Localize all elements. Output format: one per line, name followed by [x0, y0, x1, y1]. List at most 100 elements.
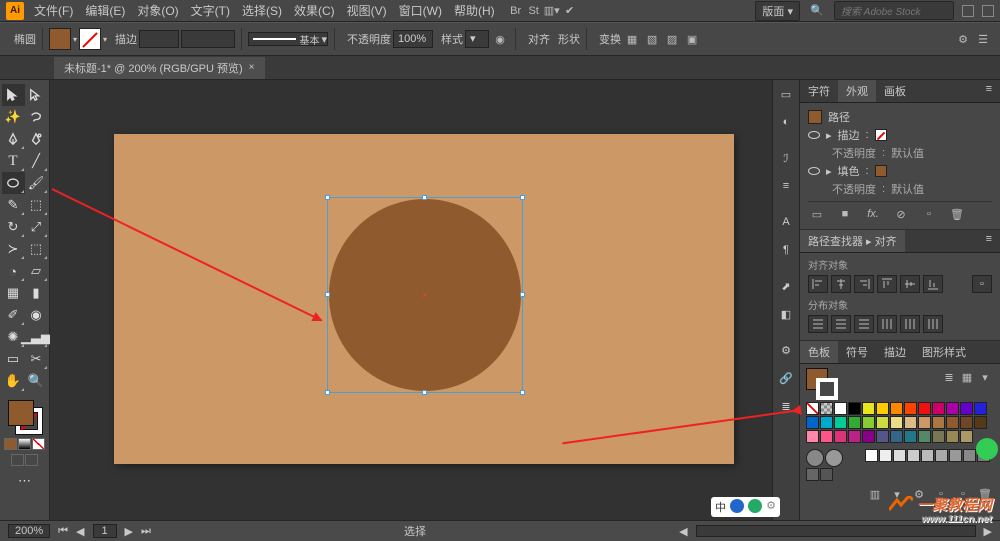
swatch[interactable] — [918, 402, 931, 415]
swatch[interactable] — [890, 416, 903, 429]
align-vcenter-button[interactable] — [900, 275, 920, 293]
swatch[interactable] — [820, 416, 833, 429]
stock-icon[interactable]: St — [525, 2, 543, 20]
zoom-tool[interactable]: 🔍 — [25, 370, 48, 392]
stroke-panel-icon[interactable]: ≡ — [776, 176, 796, 196]
para-panel-icon[interactable]: ¶ — [776, 240, 796, 260]
style-dropdown[interactable]: ▾ — [465, 30, 489, 48]
swatch[interactable] — [806, 468, 819, 481]
align-right-button[interactable] — [854, 275, 874, 293]
swatch[interactable] — [960, 416, 973, 429]
transform-link[interactable]: 变换 — [599, 31, 621, 47]
menu-help[interactable]: 帮助(H) — [454, 2, 495, 19]
width-tool[interactable]: ≻ — [2, 238, 25, 260]
color-panel-icon[interactable]: ▭ — [776, 84, 796, 104]
magic-wand-tool[interactable]: ✨ — [2, 106, 25, 128]
panel-menu-icon[interactable]: ≡ — [978, 80, 1000, 102]
panel-menu-icon[interactable]: ☰ — [974, 30, 992, 48]
tab-brushes[interactable]: 描边 — [876, 341, 914, 363]
pen-tool[interactable] — [2, 128, 25, 150]
window-min-icon[interactable] — [962, 5, 974, 17]
stroke-style-preview[interactable]: 基本▾ — [248, 32, 328, 46]
color-mode-switch[interactable] — [4, 438, 45, 450]
brushes-panel-icon[interactable]: ℐ — [776, 148, 796, 168]
dist-bottom-button[interactable] — [854, 315, 874, 333]
swatch[interactable] — [890, 402, 903, 415]
align-left-button[interactable] — [808, 275, 828, 293]
align-artboard-icon[interactable]: ▣ — [683, 30, 701, 48]
swatch[interactable] — [918, 430, 931, 443]
visibility-icon[interactable] — [808, 131, 820, 139]
search-icon[interactable]: 🔍 — [808, 2, 826, 20]
swatch-filter-icon[interactable]: ▦ — [958, 368, 976, 386]
swatch-list-icon[interactable]: ≣ — [940, 368, 958, 386]
menu-object[interactable]: 对象(O) — [137, 2, 178, 19]
swatch[interactable] — [921, 449, 934, 462]
perspective-tool[interactable]: ▱ — [25, 260, 48, 282]
mesh-tool[interactable]: ▦ — [2, 282, 25, 304]
add-fill-icon[interactable]: ■ — [836, 205, 854, 223]
swatch[interactable] — [820, 430, 833, 443]
recolor-icon[interactable]: ◉ — [491, 30, 509, 48]
shaper-tool[interactable]: ✎ — [2, 194, 25, 216]
swatch[interactable] — [876, 430, 889, 443]
swatch[interactable] — [935, 449, 948, 462]
line-tool[interactable]: ╱ — [25, 150, 48, 172]
visibility-icon[interactable] — [808, 167, 820, 175]
nav-last-icon[interactable]: ⏭ — [141, 525, 151, 538]
gradient-tool[interactable]: ▮ — [25, 282, 48, 304]
swatch[interactable] — [960, 430, 973, 443]
swatch[interactable] — [904, 430, 917, 443]
tab-swatches[interactable]: 色板 — [800, 341, 838, 363]
trash-icon[interactable]: 🗑 — [948, 205, 966, 223]
menu-view[interactable]: 视图(V) — [347, 2, 387, 19]
menu-file[interactable]: 文件(F) — [34, 2, 73, 19]
shape-link[interactable]: 形状 — [558, 31, 580, 47]
window-max-icon[interactable] — [982, 5, 994, 17]
tab-symbols[interactable]: 符号 — [838, 341, 876, 363]
dist-left-button[interactable] — [877, 315, 897, 333]
swatch[interactable] — [890, 430, 903, 443]
eyedropper-tool[interactable]: ✐ — [2, 304, 25, 326]
menu-effect[interactable]: 效果(C) — [294, 2, 335, 19]
swatch[interactable] — [904, 402, 917, 415]
swatch[interactable] — [834, 430, 847, 443]
add-stroke-icon[interactable]: ▭ — [808, 205, 826, 223]
swatch[interactable] — [904, 416, 917, 429]
opacity-input[interactable] — [393, 30, 433, 48]
ime-toolbar[interactable]: 中 ⚙ — [711, 497, 780, 517]
align-top-button[interactable] — [877, 275, 897, 293]
swatch[interactable] — [876, 402, 889, 415]
swatch[interactable] — [848, 416, 861, 429]
type-tool[interactable]: T — [2, 150, 25, 172]
links-panel-icon[interactable]: 🔗 — [776, 368, 796, 388]
dist-hcenter-button[interactable] — [900, 315, 920, 333]
ellipse-tool[interactable] — [2, 172, 25, 194]
swatch[interactable] — [946, 430, 959, 443]
selection-tool[interactable] — [2, 84, 25, 106]
swatch[interactable] — [876, 416, 889, 429]
swatch[interactable] — [848, 430, 861, 443]
shape-builder-tool[interactable]: ◔ — [2, 260, 25, 282]
prefs-icon[interactable]: ⚙ — [954, 30, 972, 48]
crop-icon[interactable]: ▧ — [643, 30, 661, 48]
panel-menu-icon[interactable]: ≡ — [978, 230, 1000, 252]
lasso-tool[interactable] — [25, 106, 48, 128]
tab-character[interactable]: 字符 — [800, 80, 838, 102]
canvas[interactable]: × — [50, 80, 772, 524]
char-panel-icon[interactable]: A — [776, 212, 796, 232]
stroke-row-label[interactable]: 描边 — [838, 127, 860, 143]
tab-graphic-styles[interactable]: 图形样式 — [914, 341, 974, 363]
graph-tool[interactable]: ▁▃▅ — [25, 326, 48, 348]
direct-selection-tool[interactable] — [25, 84, 48, 106]
fill-stroke-indicator[interactable] — [8, 400, 42, 434]
swatch[interactable] — [865, 449, 878, 462]
swatch[interactable] — [862, 402, 875, 415]
duplicate-icon[interactable]: ▫ — [920, 205, 938, 223]
scale-tool[interactable]: ⤢ — [25, 216, 48, 238]
hand-tool[interactable]: ✋ — [2, 370, 25, 392]
color-guide-icon[interactable]: ◐ — [776, 112, 796, 132]
swatch[interactable] — [907, 449, 920, 462]
tab-artboards[interactable]: 画板 — [876, 80, 914, 102]
swatch[interactable] — [932, 430, 945, 443]
